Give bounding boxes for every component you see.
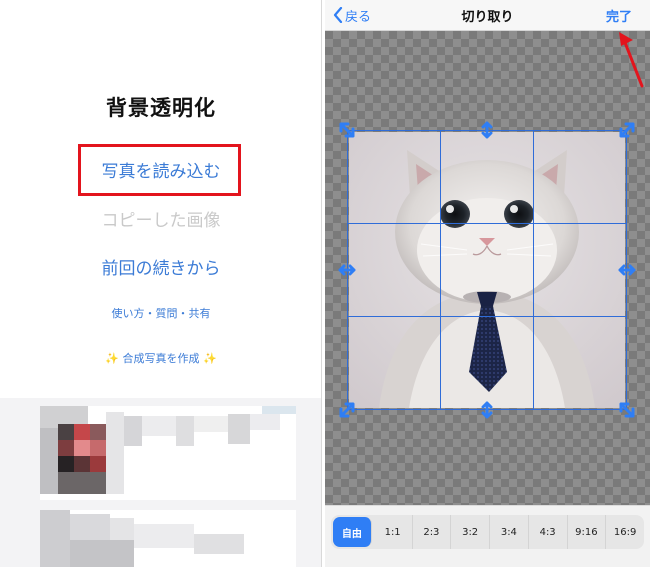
crop-canvas[interactable] <box>325 31 650 505</box>
sparkle-icon: ✨ <box>203 352 217 365</box>
page-title: 切り取り <box>461 10 514 25</box>
ratio-4-3-button[interactable]: 4:3 <box>529 515 568 549</box>
recent-images-list <box>0 398 321 567</box>
crop-grid-line <box>348 223 626 224</box>
ratio-9-16-button[interactable]: 9:16 <box>568 515 607 549</box>
ratio-3-4-button[interactable]: 3:4 <box>490 515 529 549</box>
resume-button[interactable]: 前回の続きから <box>0 254 321 279</box>
crop-edge-top-icon[interactable] <box>478 121 496 139</box>
crop-grid-line <box>348 316 626 317</box>
crop-edge-left-icon[interactable] <box>338 261 356 279</box>
start-screen: 背景透明化 写真を読み込む コピーした画像 前回の続きから 使い方・質問・共有 … <box>0 0 322 567</box>
aspect-ratio-segmented-control: 自由 1:1 2:3 3:2 3:4 4:3 9:16 16:9 <box>331 515 644 549</box>
ratio-16-9-button[interactable]: 16:9 <box>606 515 644 549</box>
aspect-ratio-toolbar: 自由 1:1 2:3 3:2 3:4 4:3 9:16 16:9 <box>325 505 650 567</box>
ratio-2-3-button[interactable]: 2:3 <box>413 515 452 549</box>
usage-help-link[interactable]: 使い方・質問・共有 <box>0 305 321 321</box>
load-photo-button[interactable]: 写真を読み込む <box>0 158 321 186</box>
crop-corner-top-left-icon[interactable] <box>338 121 356 139</box>
sparkle-icon: ✨ <box>105 352 119 365</box>
crop-grid-line <box>440 131 441 409</box>
crop-frame[interactable] <box>347 130 627 410</box>
ratio-free-button[interactable]: 自由 <box>333 517 372 547</box>
compose-photo-label: 合成写真を作成 <box>122 352 200 365</box>
recent-image-thumbnail[interactable] <box>40 406 296 500</box>
crop-screen: 戻る 切り取り 完了 自由 1:1 2:3 3:2 3:4 4:3 9:16 1… <box>325 0 650 567</box>
app-title: 背景透明化 <box>106 96 216 120</box>
ratio-3-2-button[interactable]: 3:2 <box>451 515 490 549</box>
load-photo-label: 写真を読み込む <box>101 162 221 182</box>
crop-edge-right-icon[interactable] <box>618 261 636 279</box>
crop-edge-bottom-icon[interactable] <box>478 401 496 419</box>
crop-corner-bottom-left-icon[interactable] <box>338 401 356 419</box>
copied-image-button[interactable]: コピーした画像 <box>0 206 321 231</box>
compose-photo-button[interactable]: ✨ 合成写真を作成 ✨ <box>0 350 321 366</box>
crop-corner-bottom-right-icon[interactable] <box>618 401 636 419</box>
red-arrow-icon <box>619 32 644 88</box>
recent-image-thumbnail[interactable] <box>40 510 296 567</box>
done-button[interactable]: 完了 <box>606 6 632 25</box>
crop-grid-line <box>533 131 534 409</box>
navigation-bar: 戻る 切り取り 完了 <box>325 0 650 31</box>
crop-corner-top-right-icon[interactable] <box>618 121 636 139</box>
ratio-1-1-button[interactable]: 1:1 <box>374 515 413 549</box>
